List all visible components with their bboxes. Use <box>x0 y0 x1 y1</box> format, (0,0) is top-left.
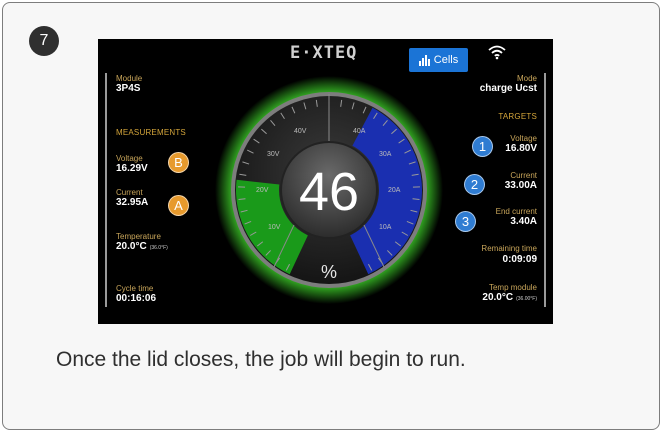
marker-2: 2 <box>464 174 485 195</box>
target-voltage-value: 16.80V <box>505 143 537 154</box>
module-label: Module <box>116 74 143 83</box>
temperature-label: Temperature <box>116 232 161 241</box>
remaining-time-label: Remaining time <box>481 244 537 253</box>
targets-panel: Mode charge Ucst TARGETS Voltage 16.80V … <box>448 73 546 307</box>
charger-screen: E·XTEQ Cells Module 3P4S MEASUREMENTS Vo… <box>98 39 553 324</box>
gauge-tick-label: 10V <box>268 224 281 231</box>
step-number-badge: 7 <box>29 26 59 56</box>
end-current-label: End current <box>495 207 537 216</box>
remaining-time-value: 0:09:09 <box>502 254 537 265</box>
cycle-time-label: Cycle time <box>116 284 154 293</box>
target-voltage-label: Voltage <box>510 134 537 143</box>
cells-button[interactable]: Cells <box>409 48 468 72</box>
instruction-card: 7 E·XTEQ Cells Module 3P4S MEASUREMENTS … <box>2 2 660 430</box>
percent-unit: % <box>321 262 337 282</box>
gauge-tick-label: 40V <box>294 128 307 135</box>
step-caption: Once the lid closes, the job will begin … <box>56 348 466 371</box>
current-value: 32.95A <box>116 197 149 208</box>
cells-button-label: Cells <box>433 54 459 66</box>
marker-3: 3 <box>455 211 476 232</box>
charge-gauge: 40V 30V 20V 10V 40A 30A 20A 10A 46 % <box>215 76 443 304</box>
target-current-value: 33.00A <box>504 180 537 191</box>
gauge-tick-label: 20V <box>256 187 269 194</box>
voltage-label: Voltage <box>116 154 143 163</box>
target-current-label: Current <box>510 171 537 180</box>
module-value: 3P4S <box>116 83 141 94</box>
bar-chart-icon <box>418 54 430 66</box>
marker-b: B <box>168 152 189 173</box>
temp-module-value: 20.0°C (36.00°F) <box>482 292 537 303</box>
measurements-panel: Module 3P4S MEASUREMENTS Voltage 16.29V … <box>105 73 202 307</box>
mode-label: Mode <box>516 74 537 83</box>
temperature-value: 20.0°C (36.0°F) <box>116 241 168 252</box>
mode-value: charge Ucst <box>479 83 537 94</box>
voltage-value: 16.29V <box>116 163 148 174</box>
gauge-tick-label: 20A <box>388 187 401 194</box>
end-current-value: 3.40A <box>510 216 537 227</box>
exteq-logo: E·XTEQ <box>290 43 358 63</box>
gauge-tick-label: 40A <box>353 128 366 135</box>
gauge-tick-label: 30A <box>379 151 392 158</box>
targets-heading: TARGETS <box>498 112 537 121</box>
cycle-time-value: 00:16:06 <box>116 293 157 304</box>
marker-a: A <box>168 195 189 216</box>
wifi-icon <box>488 45 506 60</box>
marker-1: 1 <box>472 136 493 157</box>
measurements-heading: MEASUREMENTS <box>116 128 186 137</box>
current-label: Current <box>116 188 143 197</box>
temp-module-label: Temp module <box>488 283 537 292</box>
gauge-tick-label: 30V <box>267 151 280 158</box>
charge-percent-value: 46 <box>299 162 359 222</box>
gauge-tick-label: 10A <box>379 224 392 231</box>
